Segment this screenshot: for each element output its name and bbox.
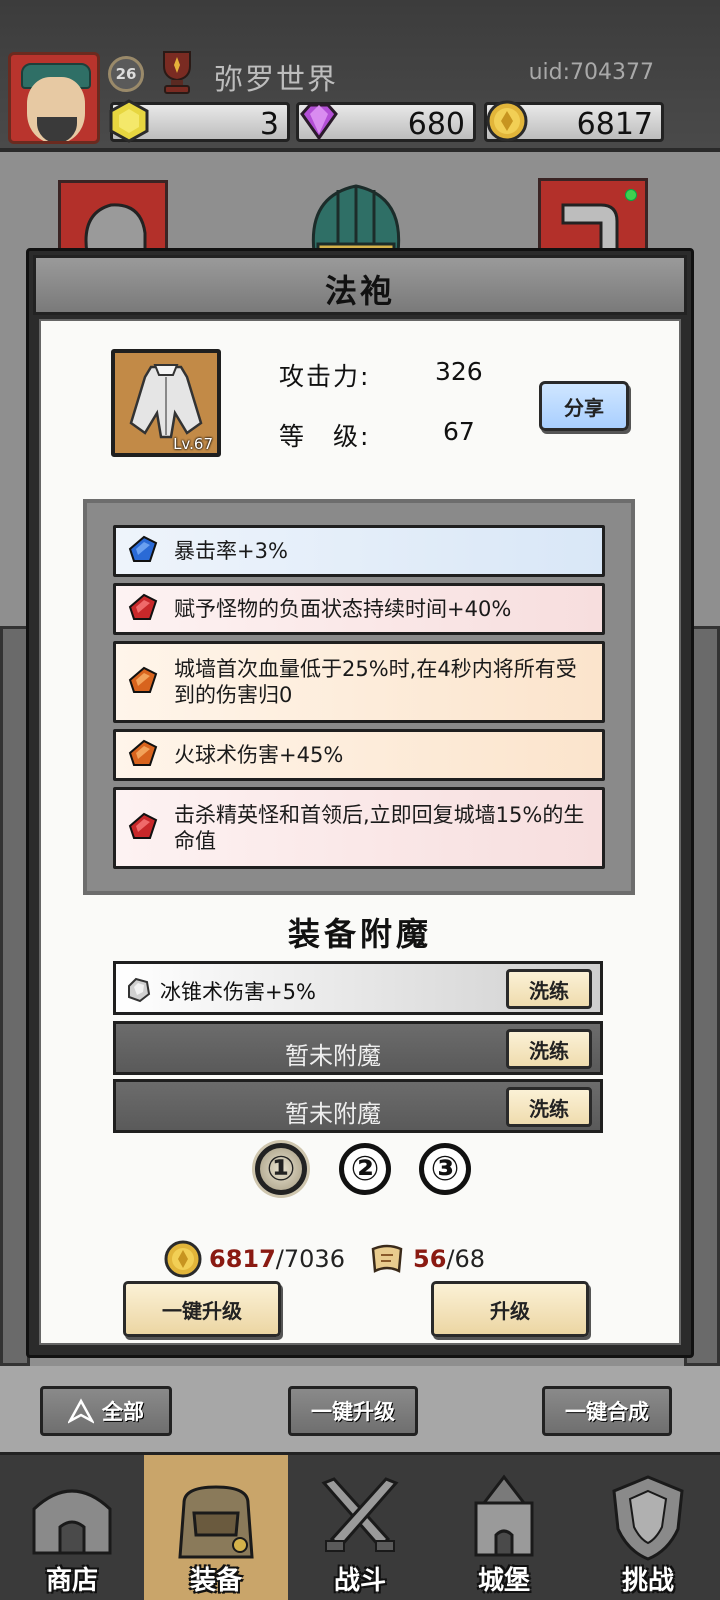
gold-cost: 6817 /7036 bbox=[163, 1239, 345, 1279]
affix-text: 城墙首次血量低于25%时,在4秒内将所有受到的伤害归0 bbox=[174, 657, 577, 707]
scroll-cost: 56 /68 bbox=[367, 1239, 485, 1279]
level-value: 67 bbox=[443, 417, 475, 446]
scroll-need: /68 bbox=[446, 1245, 486, 1273]
red-gem-icon bbox=[128, 812, 158, 839]
scroll-have: 56 bbox=[413, 1245, 447, 1273]
nav-label: 装备 bbox=[189, 1566, 242, 1596]
enchant-text: 暂未附魔 bbox=[285, 1042, 381, 1070]
nav-castle[interactable]: 城堡 bbox=[432, 1455, 576, 1600]
crossed-swords-icon bbox=[321, 1477, 399, 1552]
affix-text: 赋予怪物的负面状态持续时间+40% bbox=[174, 597, 512, 621]
backpack-icon bbox=[178, 1485, 254, 1559]
enchant-page-1[interactable]: ① bbox=[255, 1143, 307, 1195]
affix-item: 火球术伤害+45% bbox=[113, 729, 605, 781]
nav-challenge[interactable]: 挑战 bbox=[576, 1455, 720, 1600]
filter-all-button[interactable]: 全部 bbox=[40, 1386, 172, 1436]
attack-label: 攻击力: bbox=[279, 362, 371, 391]
upgrade-all-button[interactable]: 一键升级 bbox=[123, 1281, 281, 1337]
reroll-button[interactable]: 洗练 bbox=[506, 1029, 592, 1069]
reroll-button[interactable]: 洗练 bbox=[506, 1087, 592, 1127]
item-detail-modal: 法袍 Lv.67 攻击力: 326 等 级: 67 分享 暴击率+3% 赋予怪物… bbox=[26, 248, 694, 1358]
top-bar: 26 弥罗世界 uid:704377 3 680 6817 bbox=[0, 0, 720, 152]
blue-gem-icon bbox=[128, 535, 158, 562]
gold-coin-icon bbox=[486, 100, 528, 142]
upgrade-button[interactable]: 升级 bbox=[431, 1281, 589, 1337]
gem-value: 680 bbox=[407, 107, 465, 142]
level-label: 等 级: bbox=[279, 422, 371, 451]
orange-gem-icon bbox=[128, 666, 158, 693]
red-gem-icon bbox=[128, 593, 158, 620]
energy-hexagon-icon bbox=[109, 99, 149, 143]
nav-label: 商店 bbox=[45, 1566, 98, 1596]
bulk-merge-button[interactable]: 一键合成 bbox=[542, 1386, 672, 1436]
attack-value: 326 bbox=[435, 357, 483, 386]
diamond-icon bbox=[300, 103, 338, 141]
gold-need: /7036 bbox=[275, 1245, 345, 1273]
affix-item: 赋予怪物的负面状态持续时间+40% bbox=[113, 583, 605, 635]
nav-label: 战斗 bbox=[333, 1566, 386, 1596]
enchant-text: 暂未附魔 bbox=[285, 1100, 381, 1128]
shop-tent-icon bbox=[32, 1489, 112, 1555]
bulk-upgrade-button[interactable]: 一键升级 bbox=[288, 1386, 418, 1436]
enchant-page-3[interactable]: ③ bbox=[419, 1143, 471, 1195]
affix-text: 暴击率+3% bbox=[174, 539, 288, 563]
nav-battle[interactable]: 战斗 bbox=[288, 1455, 432, 1600]
silver-stone-icon bbox=[128, 977, 151, 1003]
reroll-button[interactable]: 洗练 bbox=[506, 969, 592, 1009]
modal-title-bar: 法袍 bbox=[33, 255, 687, 315]
item-title: 法袍 bbox=[324, 272, 395, 310]
share-button[interactable]: 分享 bbox=[539, 381, 629, 431]
energy-value: 3 bbox=[259, 107, 279, 142]
affix-text: 击杀精英怪和首领后,立即回复城墙15%的生命值 bbox=[174, 803, 585, 853]
modal-body: Lv.67 攻击力: 326 等 级: 67 分享 暴击率+3% 赋予怪物的负面… bbox=[39, 319, 681, 1345]
player-name: 弥罗世界 bbox=[214, 62, 339, 96]
nav-shop[interactable]: 商店 bbox=[0, 1455, 144, 1600]
rank-trophy-icon[interactable] bbox=[156, 48, 198, 96]
bottom-navigation: 商店 装备 战斗 城堡 挑战 bbox=[0, 1452, 720, 1600]
affix-item: 城墙首次血量低于25%时,在4秒内将所有受到的伤害归0 bbox=[113, 641, 605, 723]
gold-value: 6817 bbox=[576, 107, 653, 142]
orange-gem-icon bbox=[128, 739, 158, 766]
enchant-slot-2: 暂未附魔 洗练 bbox=[113, 1021, 603, 1075]
item-level-tag: Lv.67 bbox=[173, 435, 213, 453]
notification-dot bbox=[625, 189, 637, 201]
gold-coin-icon bbox=[164, 1240, 202, 1278]
player-avatar[interactable] bbox=[8, 52, 100, 144]
affix-item: 暴击率+3% bbox=[113, 525, 605, 577]
player-level-badge: 26 bbox=[108, 56, 144, 92]
enchant-page-2[interactable]: ② bbox=[339, 1143, 391, 1195]
nav-equipment[interactable]: 装备 bbox=[144, 1455, 288, 1600]
shield-crest-icon bbox=[612, 1475, 684, 1561]
nav-label: 城堡 bbox=[477, 1566, 530, 1596]
triangle-filter-icon bbox=[68, 1398, 94, 1424]
item-icon-frame[interactable]: Lv.67 bbox=[111, 349, 221, 457]
affix-item: 击杀精英怪和首领后,立即回复城墙15%的生命值 bbox=[113, 787, 605, 869]
gold-have: 6817 bbox=[209, 1245, 276, 1273]
nav-label: 挑战 bbox=[621, 1566, 674, 1596]
affix-text: 火球术伤害+45% bbox=[174, 743, 344, 767]
filter-all-label: 全部 bbox=[102, 1400, 144, 1424]
player-uid: uid:704377 bbox=[528, 60, 654, 85]
enchant-slot-3: 暂未附魔 洗练 bbox=[113, 1079, 603, 1133]
enchant-slot-1: 冰锥术伤害+5% 洗练 bbox=[113, 961, 603, 1015]
affix-panel: 暴击率+3% 赋予怪物的负面状态持续时间+40% 城墙首次血量低于25%时,在4… bbox=[83, 499, 635, 895]
enchant-title: 装备附魔 bbox=[287, 915, 432, 953]
castle-icon bbox=[474, 1474, 534, 1557]
enchant-text: 冰锥术伤害+5% bbox=[160, 980, 316, 1004]
scroll-icon bbox=[371, 1244, 403, 1273]
